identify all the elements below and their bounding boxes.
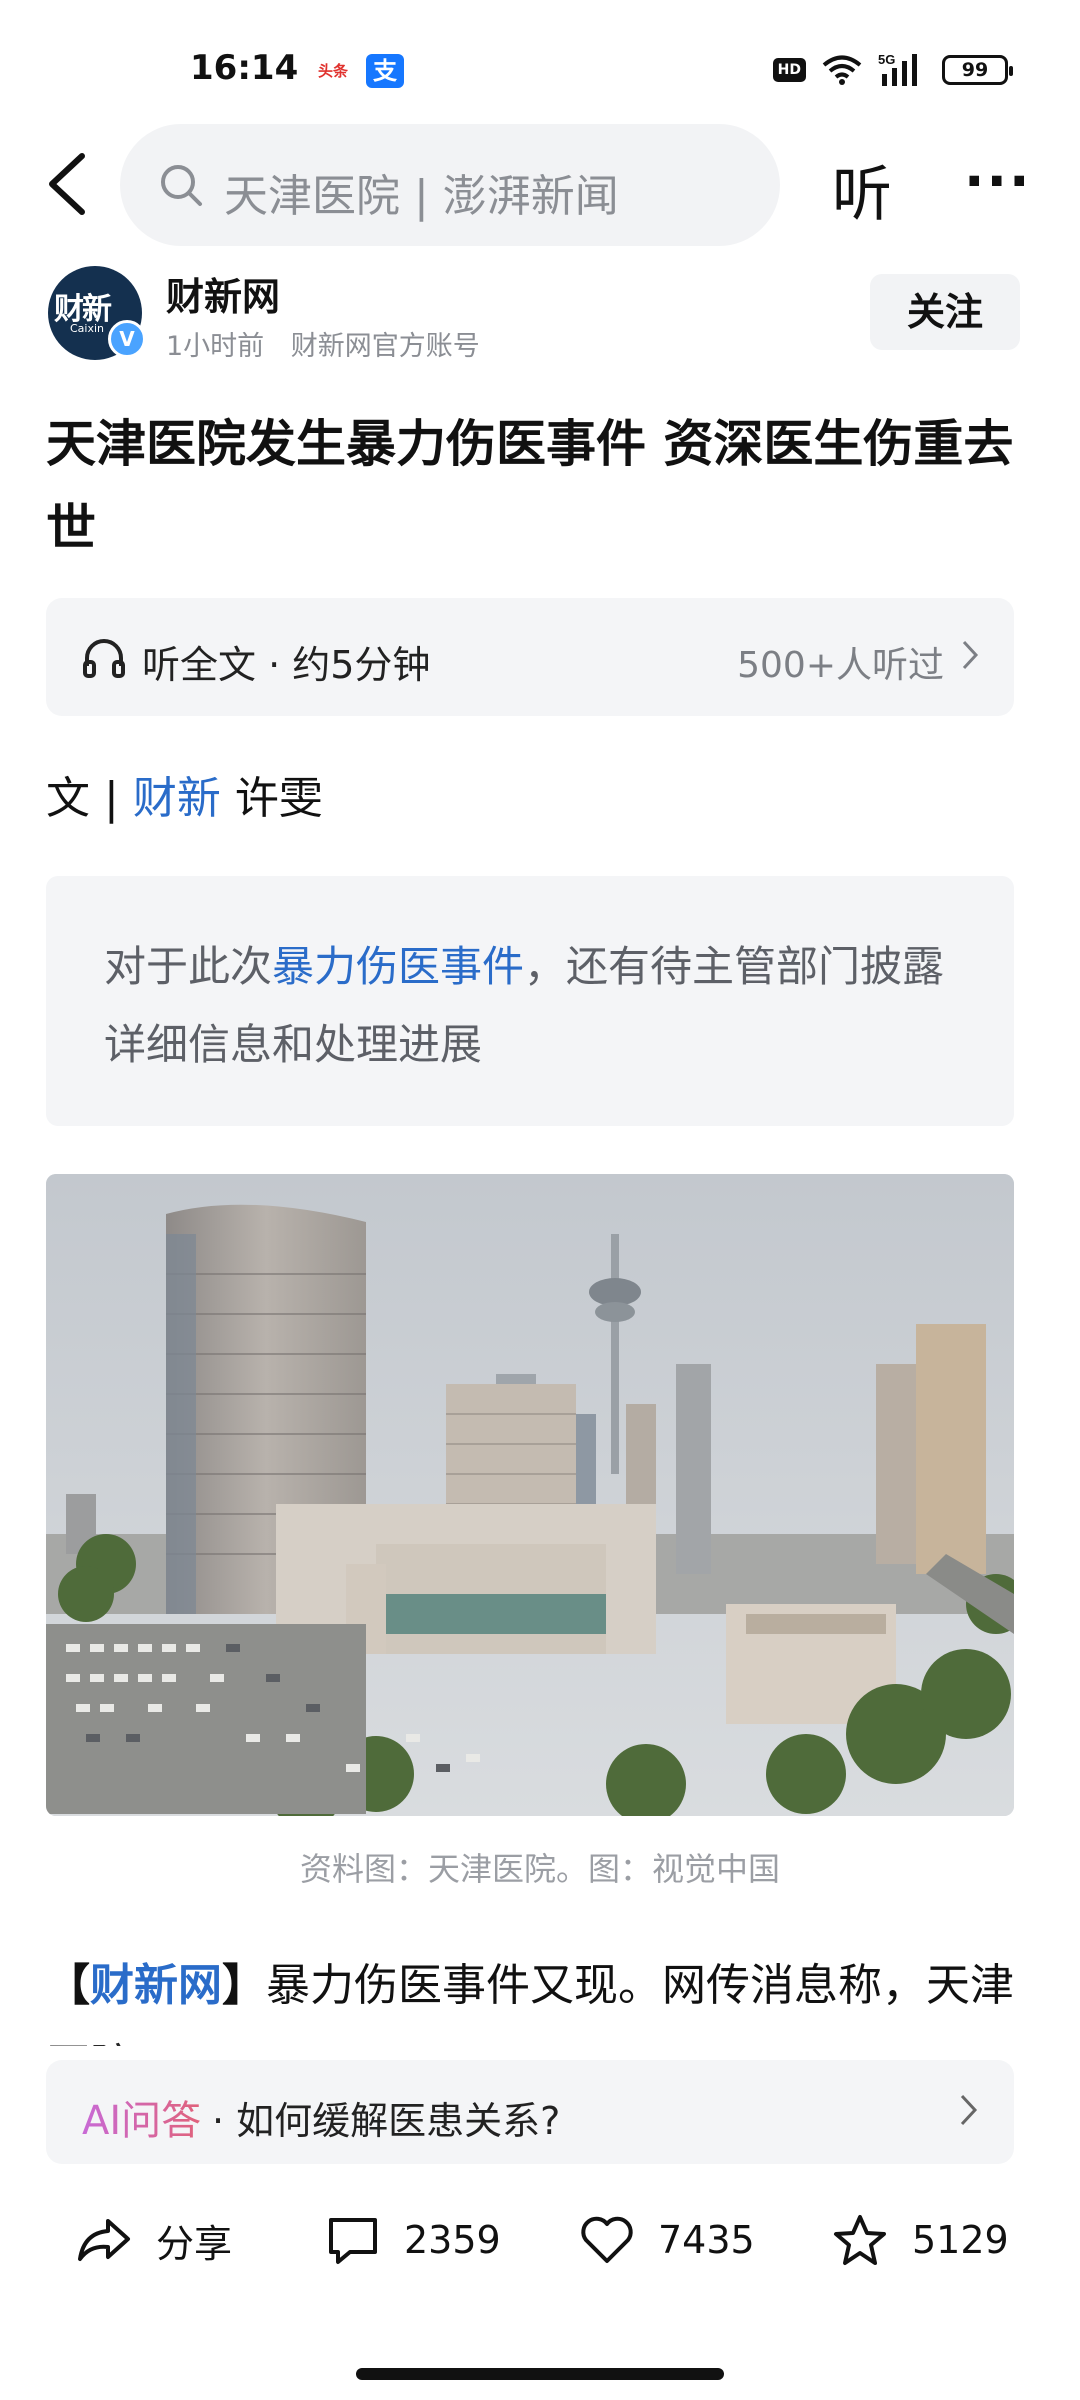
home-indicator[interactable] [356,2368,724,2380]
byline: 文 | 财新 许雯 [46,762,323,826]
search-bar[interactable]: 天津医院 | 澎湃新闻 [120,124,780,246]
author-name[interactable]: 财新网 [166,266,280,321]
publish-time: 1小时前 [166,331,265,362]
byline-prefix: 文 [46,773,90,824]
signal-icon: 5G [878,52,917,86]
article-summary-box: 对于此次暴力伤医事件，还有待主管部门披露详细信息和处理进展 [46,876,1014,1126]
wifi-icon [822,55,862,85]
article-photo[interactable] [46,1174,1014,1816]
toutiao-notification-icon: 头条 [314,54,352,88]
summary-before: 对于此次 [104,942,273,991]
favorite-button[interactable]: 5129 [832,2210,1009,2270]
bracket-open: 【 [46,1960,90,2011]
account-type: 财新网官方账号 [290,331,480,362]
chevron-right-icon [960,2094,978,2126]
comment-button[interactable]: 2359 [326,2210,501,2270]
comment-icon [329,2218,377,2264]
ai-question: · 如何缓解医患关系? [212,2099,561,2143]
bracket-close: 】 [222,1960,266,2011]
favorite-count: 5129 [912,2218,1009,2262]
status-time: 16:14 [190,48,299,88]
hospital-aerial-photo [46,1174,1014,1816]
headphone-icon [83,639,125,678]
listen-label: 听全文 · 约5分钟 [142,643,431,687]
network-type-label: 5G [878,52,895,67]
listen-button[interactable]: 听 [832,146,892,233]
author-meta: 1小时前 财新网官方账号 [166,324,498,363]
heart-icon [581,2216,633,2263]
listen-full-article-bar[interactable]: 听全文 · 约5分钟 500+人听过 [46,598,1014,716]
share-icon [78,2219,130,2261]
hd-icon: HD [772,58,806,82]
star-icon [834,2215,886,2265]
chevron-right-icon [962,640,979,670]
alipay-notification-icon: 支 [366,54,404,88]
avatar-logo-subtext: Caixin [70,322,105,335]
share-button[interactable]: 分享 [76,2210,232,2270]
author-row: 财新 Caixin V 财新网 1小时前 财新网官方账号 关注 [0,262,1080,362]
like-count: 7435 [658,2218,755,2262]
photo-caption: 资料图：天津医院。图：视觉中国 [299,1850,780,1888]
back-arrow-icon[interactable] [40,152,100,216]
byline-separator: | [104,773,119,824]
body-source-link[interactable]: 财新网 [90,1960,222,2011]
article-body: 【财新网】暴力伤医事件又现。网传消息称，天津医院 [46,1946,1036,2046]
status-icons: HD 5G 99 [772,50,1013,90]
byline-source-link[interactable]: 财新 [133,773,221,824]
verified-badge-icon: V [108,320,146,358]
like-button[interactable]: 7435 [580,2210,755,2270]
search-query: 天津医院 | 澎湃新闻 [224,171,619,222]
share-label: 分享 [156,2221,233,2266]
article-title: 天津医院发生暴力伤医事件 资深医生伤重去世 [46,415,1014,557]
byline-author: 许雯 [234,773,323,824]
search-icon [161,165,202,206]
comment-count: 2359 [404,2218,501,2262]
ai-qa-bar[interactable]: AI问答 · 如何缓解医患关系? [46,2060,1014,2164]
battery-icon: 99 [942,55,1013,85]
summary-topic-link[interactable]: 暴力伤医事件 [272,942,524,991]
summary-text: 对于此次暴力伤医事件，还有待主管部门披露详细信息和处理进展 [104,928,984,1084]
ai-qa-tag: AI问答 [82,2088,201,2146]
status-bar: 16:14 头条 支 HD 5G 99 [0,0,1080,120]
bottom-action-bar: 分享 2359 7435 5129 [0,2184,1080,2304]
listen-count: 500+人听过 [737,645,944,686]
follow-button[interactable]: 关注 [870,274,1020,350]
top-bar: 天津医院 | 澎湃新闻 听 ··· [0,122,1080,250]
more-options-button[interactable]: ··· [964,150,1032,213]
